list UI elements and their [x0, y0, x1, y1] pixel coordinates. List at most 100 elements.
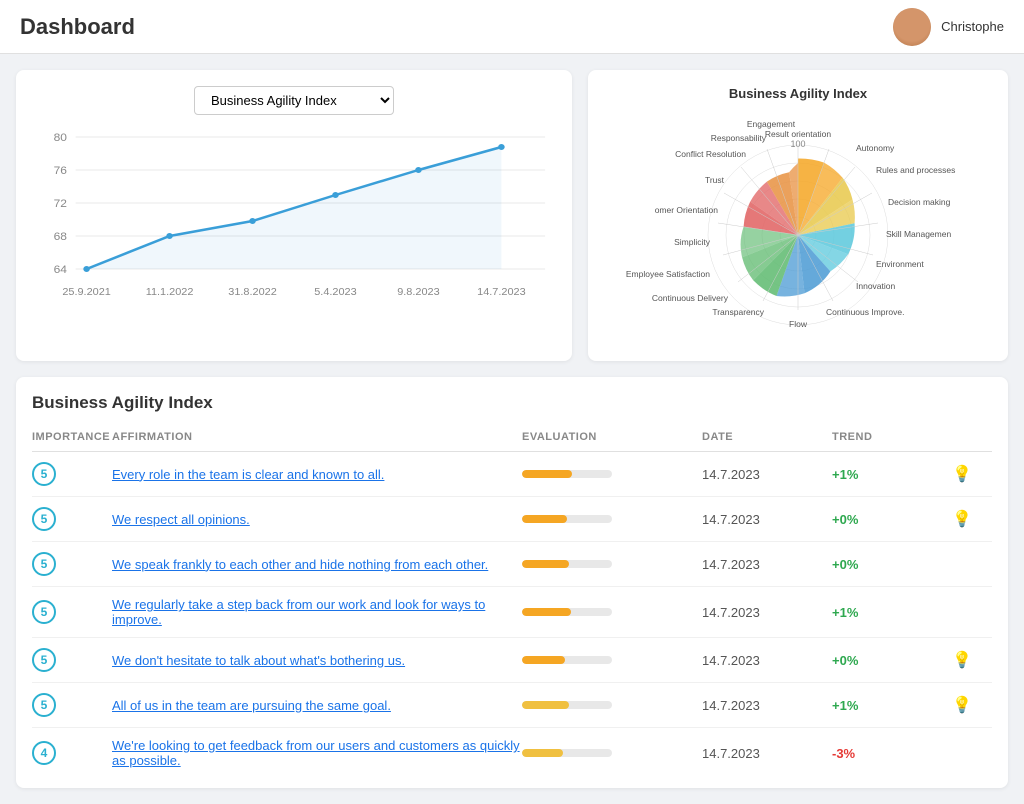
col-importance: IMPORTANCE — [32, 431, 112, 443]
eval-bar-fill — [522, 470, 572, 478]
trend-cell: -3% — [832, 746, 952, 761]
importance-badge: 5 — [32, 693, 56, 717]
svg-text:Continuous Delivery: Continuous Delivery — [652, 293, 729, 303]
table-header: IMPORTANCE AFFIRMATION EVALUATION DATE T… — [32, 427, 992, 452]
date-cell: 14.7.2023 — [702, 512, 832, 527]
eval-bar-track — [522, 470, 612, 478]
trend-cell: +0% — [832, 512, 952, 527]
col-trend: TREND — [832, 431, 952, 443]
radar-chart-card: Business Agility Index 100 — [588, 70, 1008, 361]
svg-text:72: 72 — [54, 198, 67, 209]
bulb-icon[interactable]: 💡 — [952, 652, 972, 669]
bulb-cell: 💡 — [952, 509, 992, 529]
affirmation-link[interactable]: We regularly take a step back from our w… — [112, 597, 485, 627]
svg-text:Employee Satisfaction: Employee Satisfaction — [626, 269, 710, 279]
chart-select[interactable]: Business Agility Index Team Performance … — [194, 86, 394, 115]
radar-title: Business Agility Index — [604, 86, 992, 101]
top-row: Business Agility Index Team Performance … — [16, 70, 1008, 361]
importance-cell: 4 — [32, 741, 112, 765]
svg-text:Transparency: Transparency — [712, 307, 764, 317]
table-row: 5 We speak frankly to each other and hid… — [32, 542, 992, 587]
affirmation-link[interactable]: Every role in the team is clear and know… — [112, 467, 384, 482]
svg-text:Trust: Trust — [705, 175, 725, 185]
affirmation-link[interactable]: We respect all opinions. — [112, 512, 250, 527]
bulb-icon[interactable]: 💡 — [952, 697, 972, 714]
affirmation-cell: All of us in the team are pursuing the s… — [112, 698, 522, 713]
affirmation-cell: We don't hesitate to talk about what's b… — [112, 653, 522, 668]
col-date: DATE — [702, 431, 832, 443]
avatar — [893, 8, 931, 46]
bulb-cell: 💡 — [952, 695, 992, 715]
eval-bar-track — [522, 608, 612, 616]
evaluation-cell — [522, 656, 702, 664]
table-row: 5 We respect all opinions. 14.7.2023 +0%… — [32, 497, 992, 542]
eval-bar-track — [522, 560, 612, 568]
svg-text:68: 68 — [54, 231, 67, 242]
eval-bar-track — [522, 515, 612, 523]
table-row: 4 We're looking to get feedback from our… — [32, 728, 992, 772]
line-chart-card: Business Agility Index Team Performance … — [16, 70, 572, 361]
eval-bar-fill — [522, 656, 565, 664]
svg-text:76: 76 — [54, 165, 67, 176]
affirmation-link[interactable]: All of us in the team are pursuing the s… — [112, 698, 391, 713]
bulb-cell: 💡 — [952, 464, 992, 484]
evaluation-cell — [522, 749, 702, 757]
trend-cell: +0% — [832, 557, 952, 572]
bottom-card-title: Business Agility Index — [32, 393, 992, 413]
evaluation-cell — [522, 701, 702, 709]
eval-bar-fill — [522, 608, 571, 616]
bulb-icon[interactable]: 💡 — [952, 466, 972, 483]
importance-cell: 5 — [32, 693, 112, 717]
eval-bar-fill — [522, 560, 569, 568]
trend-cell: +0% — [832, 653, 952, 668]
bulb-icon[interactable]: 💡 — [952, 511, 972, 528]
page-title: Dashboard — [20, 14, 135, 40]
trend-cell: +1% — [832, 467, 952, 482]
trend-cell: +1% — [832, 698, 952, 713]
affirmation-link[interactable]: We don't hesitate to talk about what's b… — [112, 653, 405, 668]
importance-badge: 5 — [32, 648, 56, 672]
importance-badge: 4 — [32, 741, 56, 765]
evaluation-cell — [522, 515, 702, 523]
table-body: 5 Every role in the team is clear and kn… — [32, 452, 992, 772]
evaluation-cell — [522, 560, 702, 568]
date-cell: 14.7.2023 — [702, 557, 832, 572]
table-row: 5 We regularly take a step back from our… — [32, 587, 992, 638]
eval-bar-fill — [522, 749, 563, 757]
svg-text:Flow: Flow — [789, 319, 808, 329]
svg-text:Engagement: Engagement — [747, 119, 796, 129]
importance-cell: 5 — [32, 462, 112, 486]
affirmation-cell: We're looking to get feedback from our u… — [112, 738, 522, 768]
col-evaluation: EVALUATION — [522, 431, 702, 443]
eval-bar-fill — [522, 701, 569, 709]
date-cell: 14.7.2023 — [702, 653, 832, 668]
importance-badge: 5 — [32, 507, 56, 531]
bottom-card: Business Agility Index IMPORTANCE AFFIRM… — [16, 377, 1008, 788]
svg-text:Continuous Improve.: Continuous Improve. — [826, 307, 904, 317]
importance-badge: 5 — [32, 552, 56, 576]
eval-bar-track — [522, 749, 612, 757]
importance-badge: 5 — [32, 600, 56, 624]
svg-text:5.4.2023: 5.4.2023 — [314, 287, 357, 298]
svg-text:Environment: Environment — [876, 259, 924, 269]
svg-text:14.7.2023: 14.7.2023 — [477, 287, 526, 298]
svg-text:Autonomy: Autonomy — [856, 143, 895, 153]
svg-text:Responsability: Responsability — [711, 133, 767, 143]
importance-cell: 5 — [32, 507, 112, 531]
affirmation-link[interactable]: We speak frankly to each other and hide … — [112, 557, 488, 572]
affirmation-link[interactable]: We're looking to get feedback from our u… — [112, 738, 520, 768]
svg-text:Rules and processes: Rules and processes — [876, 165, 955, 175]
importance-badge: 5 — [32, 462, 56, 486]
svg-text:64: 64 — [54, 264, 68, 275]
evaluation-cell — [522, 608, 702, 616]
svg-text:Conflict Resolution: Conflict Resolution — [675, 149, 746, 159]
table-row: 5 We don't hesitate to talk about what's… — [32, 638, 992, 683]
affirmation-cell: We respect all opinions. — [112, 512, 522, 527]
affirmation-cell: We speak frankly to each other and hide … — [112, 557, 522, 572]
svg-text:Simplicity: Simplicity — [674, 237, 711, 247]
avatar-image — [893, 8, 931, 46]
svg-text:Decision making: Decision making — [888, 197, 951, 207]
svg-text:31.8.2022: 31.8.2022 — [228, 287, 277, 298]
col-affirmation: AFFIRMATION — [112, 431, 522, 443]
svg-text:25.9.2021: 25.9.2021 — [62, 287, 111, 298]
